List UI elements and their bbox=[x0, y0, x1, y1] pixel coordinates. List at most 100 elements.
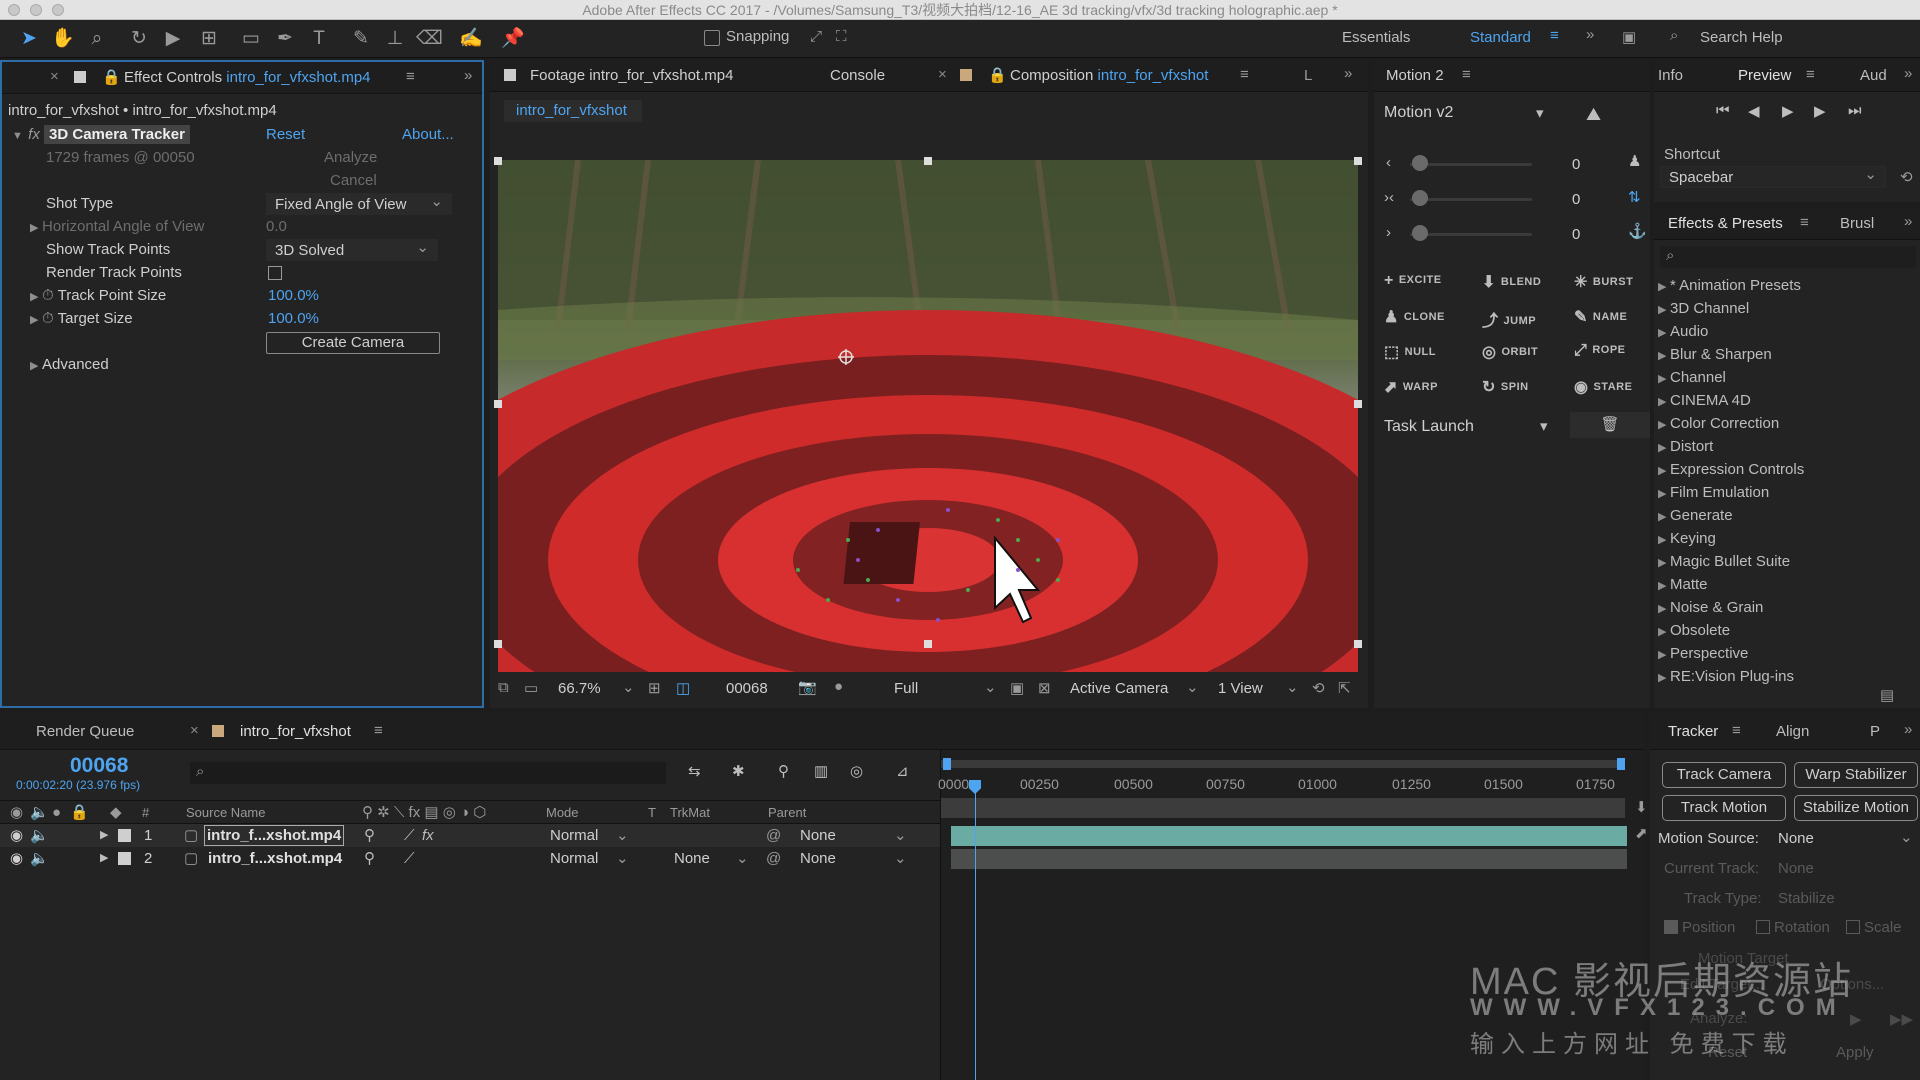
toggle-transparency-icon[interactable]: ⊠ bbox=[1038, 679, 1051, 697]
expand-triangle-icon[interactable]: ▶ bbox=[1658, 667, 1670, 689]
close-tab-icon[interactable]: × bbox=[938, 66, 947, 83]
playhead-handle[interactable] bbox=[969, 780, 981, 794]
last-frame-icon[interactable]: ⏭ bbox=[1848, 102, 1862, 119]
chevron-down-icon[interactable]: ▾ bbox=[1536, 104, 1544, 122]
ease-out-knob[interactable] bbox=[1412, 225, 1428, 241]
clone-stamp-tool-icon[interactable]: ⊥ bbox=[382, 26, 408, 52]
expand-panels-icon[interactable]: » bbox=[1904, 65, 1912, 82]
footage-frame[interactable] bbox=[498, 160, 1358, 704]
table-row[interactable]: ◉ 🔈 ▶ 2 ▢ intro_f...xshot.mp4 ⚲ ⟋ Normal… bbox=[0, 847, 940, 870]
draft-3d-icon[interactable]: ✱ bbox=[732, 762, 745, 780]
more-workspaces-icon[interactable]: » bbox=[1586, 26, 1594, 43]
rotation-checkbox[interactable] bbox=[1756, 920, 1770, 934]
first-frame-icon[interactable]: ⏮ bbox=[1716, 102, 1730, 119]
camera-snapshot-icon[interactable]: 📷 bbox=[798, 678, 817, 696]
bounding-handle[interactable] bbox=[1354, 157, 1362, 165]
stabilize-motion-button[interactable]: Stabilize Motion bbox=[1794, 795, 1918, 821]
text-tool-icon[interactable]: T bbox=[306, 26, 332, 52]
blend-button[interactable]: ⬇ BLEND bbox=[1482, 272, 1541, 292]
snap-feature-icon[interactable]: ⛶ bbox=[836, 28, 847, 45]
resolution-dropdown[interactable]: Full bbox=[894, 680, 918, 697]
loop-icon[interactable]: ⟲ bbox=[1900, 168, 1913, 186]
motion-blur-icon[interactable]: ◎ bbox=[850, 762, 863, 780]
layer-name[interactable]: intro_f...xshot.mp4 bbox=[208, 847, 342, 870]
spin-button[interactable]: ↻ SPIN bbox=[1482, 377, 1529, 397]
warp-stabilizer-button[interactable]: Warp Stabilizer bbox=[1794, 762, 1918, 788]
hand-tool-icon[interactable]: ✋ bbox=[50, 26, 76, 52]
panel-menu-icon[interactable]: ≡ bbox=[1800, 214, 1809, 231]
expand-triangle-icon[interactable]: ▶ bbox=[30, 217, 42, 239]
camera-dropdown[interactable]: Active Camera bbox=[1070, 680, 1168, 697]
grid-icon[interactable]: ⊞ bbox=[648, 679, 661, 697]
list-item[interactable]: ▶ Keying bbox=[1658, 528, 1716, 550]
parent-dropdown[interactable]: None bbox=[800, 824, 836, 847]
region-of-interest-icon[interactable]: ▣ bbox=[1010, 679, 1024, 697]
comp-marker-icon[interactable]: ⬇ bbox=[1635, 798, 1648, 816]
stare-button[interactable]: ◉ STARE bbox=[1574, 377, 1632, 397]
anchor-icon[interactable]: ⚓ bbox=[1628, 222, 1647, 240]
expand-triangle-icon[interactable]: ▶ bbox=[1658, 506, 1670, 528]
pen-tool-icon[interactable]: ✒ bbox=[272, 26, 298, 52]
list-item[interactable]: ▶ * Animation Presets bbox=[1658, 275, 1801, 297]
comp-button-icon[interactable]: ⬈ bbox=[1635, 824, 1648, 842]
close-tab-icon[interactable]: × bbox=[50, 68, 59, 85]
list-item[interactable]: ▶ RE:Vision Plug-ins bbox=[1658, 666, 1794, 688]
panel-layout-icon[interactable]: ▣ bbox=[1622, 28, 1636, 46]
ease-both-icon[interactable]: ›‹ bbox=[1384, 189, 1394, 206]
fx-icon[interactable]: fx bbox=[28, 126, 40, 143]
workspace-menu-icon[interactable]: ≡ bbox=[1550, 27, 1559, 44]
expand-triangle-icon[interactable]: ▶ bbox=[1658, 575, 1670, 597]
expand-triangle-icon[interactable]: ▶ bbox=[30, 309, 42, 331]
camera-tool-icon[interactable]: ▶ bbox=[160, 26, 186, 52]
pan-behind-tool-icon[interactable]: ⊞ bbox=[196, 26, 222, 52]
layer-2-bar[interactable] bbox=[951, 849, 1627, 869]
panel-menu-icon[interactable]: ≡ bbox=[1462, 66, 1471, 83]
motion-source-dropdown[interactable]: None bbox=[1778, 830, 1814, 847]
task-launch-dropdown[interactable]: Task Launch bbox=[1384, 418, 1474, 436]
list-item[interactable]: ▶ Matte bbox=[1658, 574, 1708, 596]
expand-panels-icon[interactable]: » bbox=[1904, 721, 1912, 738]
eraser-tool-icon[interactable]: ⌫ bbox=[416, 26, 443, 52]
mode-dropdown[interactable]: Normal bbox=[550, 847, 598, 870]
pickwhip-icon[interactable]: @ bbox=[766, 824, 781, 847]
previous-frame-icon[interactable]: ◀ bbox=[1748, 102, 1760, 120]
list-item[interactable]: ▶ Expression Controls bbox=[1658, 459, 1804, 481]
frame-blending-icon[interactable]: ▥ bbox=[814, 762, 828, 780]
chevron-down-icon[interactable]: ⌄ bbox=[736, 847, 749, 870]
brush-tool-icon[interactable]: ✎ bbox=[348, 26, 374, 52]
track-camera-button[interactable]: Track Camera bbox=[1662, 762, 1786, 788]
list-item[interactable]: ▶ Perspective bbox=[1658, 643, 1748, 665]
graph-curve-icon[interactable]: ⛰ bbox=[1586, 104, 1601, 125]
expand-triangle-icon[interactable]: ▶ bbox=[100, 824, 108, 847]
name-button[interactable]: ✎ NAME bbox=[1574, 307, 1627, 327]
close-window-icon[interactable] bbox=[8, 4, 20, 16]
audio-icon[interactable]: 🔈 bbox=[30, 847, 49, 870]
views-dropdown[interactable]: 1 View bbox=[1218, 680, 1263, 697]
composition-tab[interactable]: Composition intro_for_vfxshot bbox=[1010, 67, 1208, 84]
stopwatch-icon[interactable]: ⏱ bbox=[42, 287, 54, 304]
analyze-all-icon[interactable]: ▶▶ bbox=[1890, 1010, 1913, 1028]
ease-in-icon[interactable]: ‹ bbox=[1386, 154, 1391, 171]
reset-link[interactable]: Reset bbox=[266, 124, 305, 146]
label-swatch[interactable] bbox=[118, 829, 131, 842]
effects-presets-title[interactable]: Effects & Presets bbox=[1668, 215, 1783, 232]
transparency-grid-icon[interactable]: ◫ bbox=[676, 679, 690, 697]
excite-button[interactable]: + EXCITE bbox=[1384, 272, 1442, 290]
selection-tool-icon[interactable]: ➤ bbox=[16, 26, 42, 52]
shy-layers-icon[interactable]: ⚲ bbox=[778, 762, 789, 780]
brushes-tab[interactable]: Brusl bbox=[1840, 215, 1874, 232]
horizontal-angle-row[interactable]: ▶ Horizontal Angle of View bbox=[30, 216, 204, 238]
expand-triangle-icon[interactable]: ▶ bbox=[1658, 437, 1670, 459]
ease-both-knob[interactable] bbox=[1412, 190, 1428, 206]
clone-button[interactable]: ♟ CLONE bbox=[1384, 307, 1445, 327]
tab-info[interactable]: Info bbox=[1658, 67, 1683, 84]
expand-triangle-icon[interactable]: ▶ bbox=[1658, 414, 1670, 436]
list-item[interactable]: ▶ Magic Bullet Suite bbox=[1658, 551, 1790, 573]
apply-button[interactable]: Apply bbox=[1836, 1044, 1874, 1061]
chevron-down-icon[interactable]: ⌄ bbox=[984, 678, 997, 696]
comp-subtab[interactable]: intro_for_vfxshot bbox=[504, 100, 642, 122]
layer-1-bar[interactable] bbox=[951, 826, 1627, 846]
pickwhip-icon[interactable]: @ bbox=[766, 847, 781, 870]
scale-checkbox[interactable] bbox=[1846, 920, 1860, 934]
list-item[interactable]: ▶ Audio bbox=[1658, 321, 1708, 343]
